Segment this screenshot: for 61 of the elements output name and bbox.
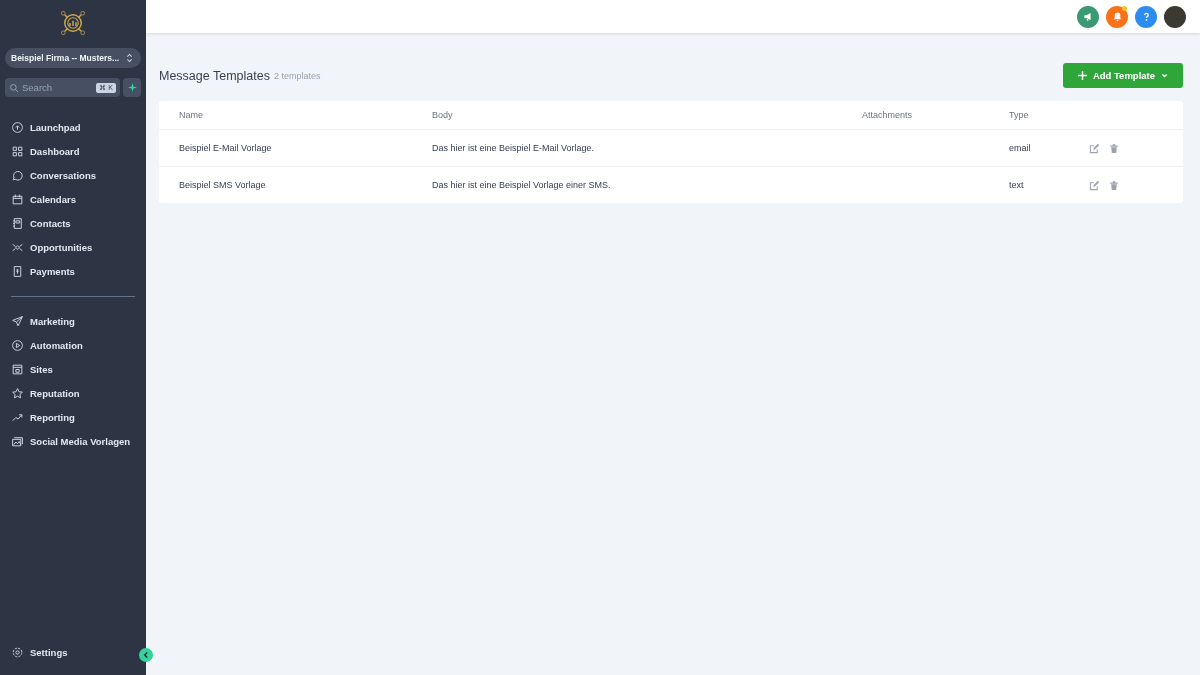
plus-icon [1077, 71, 1087, 80]
sparkle-icon [127, 83, 137, 92]
chevron-left-icon [142, 651, 150, 659]
nav-icon [11, 241, 24, 254]
nav-item[interactable]: Conversations [11, 167, 141, 184]
nav-item[interactable]: Launchpad [11, 119, 141, 136]
search-icon [9, 82, 19, 93]
nav-icon [11, 435, 24, 448]
nav-icon [11, 169, 24, 182]
table-cell-text: Beispiel E-Mail Vorlage [179, 143, 273, 153]
nav-item[interactable]: Reputation [11, 385, 141, 402]
settings-link[interactable]: Settings [5, 644, 141, 661]
settings-icon [11, 646, 24, 659]
collapse-button[interactable] [139, 648, 153, 662]
template-count: 2 templates [273, 70, 321, 81]
page-title: Message Templates [159, 68, 270, 83]
nav-item[interactable]: Automation [11, 337, 141, 354]
nav-icon [11, 121, 24, 134]
edit-icon[interactable] [1089, 142, 1100, 154]
column-header: Attachments [862, 110, 914, 120]
logo-icon [58, 8, 88, 38]
nav-item[interactable]: Payments [11, 263, 141, 280]
trash-icon[interactable] [1109, 142, 1119, 154]
nav-item[interactable]: Dashboard [11, 143, 141, 160]
search-input[interactable]: Search [22, 82, 94, 93]
edit-icon[interactable] [1089, 179, 1100, 191]
nav-item[interactable]: Sites [11, 361, 141, 378]
ai-button[interactable] [123, 78, 141, 97]
column-header: Type [1009, 110, 1030, 120]
nav-item[interactable]: Calendars [11, 191, 141, 208]
help-button[interactable] [1135, 5, 1157, 28]
nav-icon [11, 145, 24, 158]
nav-item[interactable]: Contacts [11, 215, 141, 232]
table-cell-text: Beispiel SMS Vorlage [179, 180, 267, 190]
notifications-button[interactable] [1106, 5, 1128, 28]
megaphone-icon [1082, 11, 1094, 22]
caret-icon [1161, 72, 1168, 79]
nav-icon [11, 315, 24, 328]
nav-icon [11, 217, 24, 230]
column-header: Name [179, 110, 204, 120]
nav-icon [11, 339, 24, 352]
nav-item[interactable]: Opportunities [11, 239, 141, 256]
nav-icon [11, 193, 24, 206]
nav-item[interactable]: Marketing [11, 313, 141, 330]
chevron-updown-icon [126, 53, 133, 63]
column-header: Body [432, 110, 454, 120]
table-cell-text: text [1009, 180, 1025, 190]
table-cell-text: email [1009, 143, 1032, 153]
account-switcher[interactable]: Beispiel Firma -- Musters... [5, 48, 141, 68]
nav-icon [11, 411, 24, 424]
trash-icon[interactable] [1109, 179, 1119, 191]
table-cell-text: Das hier ist eine Beispiel E-Mail Vorlage. [432, 143, 596, 153]
table-cell-text: Das hier ist eine Beispiel Vorlage einer SMS. [432, 180, 612, 190]
bell-icon [1111, 11, 1123, 22]
nav-icon [11, 363, 24, 376]
nav-icon [11, 387, 24, 400]
nav-item[interactable]: Reporting [11, 409, 141, 426]
nav-item[interactable]: Social Media Vorlagen [11, 433, 141, 450]
nav-icon [11, 265, 24, 278]
avatar[interactable] [1164, 5, 1186, 28]
announcement-button[interactable] [1077, 5, 1099, 28]
